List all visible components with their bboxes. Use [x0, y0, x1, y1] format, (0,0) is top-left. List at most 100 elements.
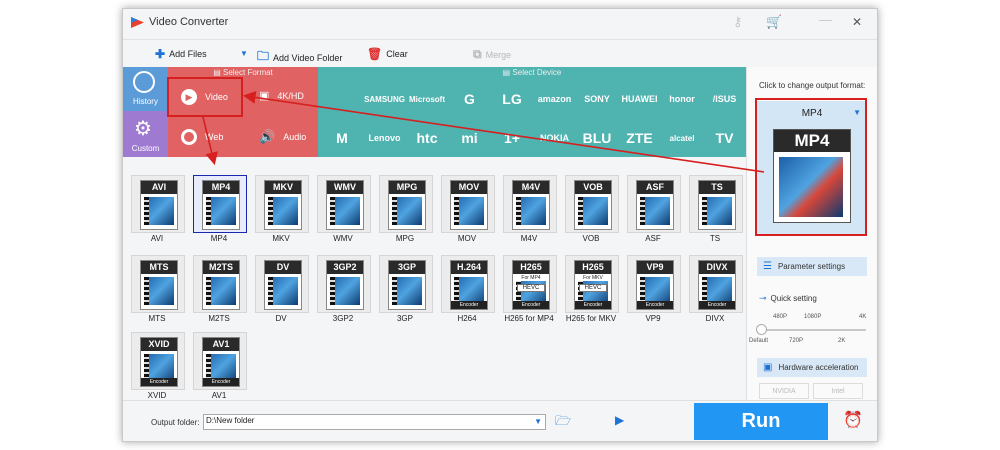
format-tile: H265 For MP4 HEVC Encoder	[503, 255, 557, 313]
video-preview-icon[interactable]: ▶	[615, 413, 624, 427]
brand-row1-6[interactable]: SONY	[577, 84, 617, 114]
output-format-hint: Click to change output format:	[759, 81, 866, 90]
format-divx[interactable]: DIVX Encoder DIVX	[688, 254, 743, 326]
brand-row1-5[interactable]: amazon	[535, 84, 575, 114]
format-tile: VOB	[565, 175, 619, 233]
brand-row2-8[interactable]: alcatel	[662, 123, 702, 153]
add-files-label: Add Files	[169, 49, 207, 59]
format-ts[interactable]: TS TS	[688, 174, 743, 246]
format-tile: MKV	[255, 175, 309, 233]
brand-row1-2[interactable]: Microsoft	[407, 84, 447, 114]
brand-row2-6[interactable]: BLU	[577, 123, 617, 153]
4k-icon: ▣	[259, 90, 270, 102]
format-av1[interactable]: AV1 Encoder AV1	[192, 331, 247, 403]
format-dv[interactable]: DV DV	[254, 254, 309, 326]
film-reel-image	[206, 197, 236, 225]
brand-row2-1[interactable]: Lenovo	[365, 123, 405, 153]
custom-button[interactable]: ⚙ Custom	[123, 111, 168, 157]
add-video-folder-button[interactable]: 🗀 Add Video Folder	[257, 47, 342, 68]
format-avi[interactable]: AVI AVI	[130, 174, 185, 246]
format-card-sub-text: Encoder	[451, 301, 487, 309]
open-folder-icon[interactable]: 🗁	[555, 412, 571, 434]
brand-row2-9[interactable]: TV	[705, 123, 745, 153]
brand-row2-7[interactable]: ZTE	[620, 123, 660, 153]
brand-row1-1[interactable]: SAMSUNG	[364, 84, 405, 114]
format-m4v[interactable]: M4V M4V	[502, 174, 557, 246]
merge-button[interactable]: ⧉ Merge	[473, 47, 511, 62]
add-video-folder-label: Add Video Folder	[273, 52, 343, 63]
format-card-tag: TS	[699, 181, 735, 194]
format-label: H265 for MKV	[565, 314, 617, 323]
format-mov[interactable]: MOV MOV	[440, 174, 495, 246]
window-title: Video Converter	[149, 16, 229, 28]
add-files-dropdown-icon[interactable]: ▼	[240, 49, 248, 58]
nvidia-option[interactable]: NVIDIA	[759, 383, 809, 399]
format-card: AVI	[140, 180, 178, 230]
format-tile: MTS	[131, 255, 185, 313]
brand-row1-7[interactable]: HUAWEI	[620, 84, 660, 114]
brand-row2-4[interactable]: 1+	[492, 123, 532, 153]
category-audio[interactable]: 🔊 Audio	[259, 129, 306, 145]
format-h265-for-mp4[interactable]: H265 For MP4 HEVC Encoder H265 for MP4	[502, 254, 557, 326]
brand-row1-9[interactable]: /ISUS	[705, 84, 745, 114]
category-4k-hd[interactable]: ▣ 4K/HD	[259, 89, 304, 102]
category-web[interactable]: Web	[181, 129, 223, 145]
cart-icon[interactable]: 🛒	[766, 14, 782, 30]
quick-setting-icon: ⊸	[759, 293, 767, 303]
format-3gp2[interactable]: 3GP2 3GP2	[316, 254, 371, 326]
format-m2ts[interactable]: M2TS M2TS	[192, 254, 247, 326]
format-vp9[interactable]: VP9 Encoder VP9	[626, 254, 681, 326]
format-wmv[interactable]: WMV WMV	[316, 174, 371, 246]
brand-row2-0[interactable]: M	[322, 123, 362, 153]
brand-row1-0[interactable]	[322, 84, 362, 114]
format-card-sub-text: Encoder	[575, 301, 611, 309]
format-mp4[interactable]: MP4 MP4	[192, 174, 247, 246]
format-xvid[interactable]: XVID Encoder XVID	[130, 331, 185, 403]
format-3gp[interactable]: 3GP 3GP	[378, 254, 433, 326]
toolbar: ✚ Add Files ▼ 🗀 Add Video Folder 🗑 Clear…	[123, 39, 877, 68]
merge-label: Merge	[485, 49, 512, 60]
add-files-button[interactable]: ✚ Add Files	[155, 47, 207, 61]
format-mts[interactable]: MTS MTS	[130, 254, 185, 326]
quality-slider-handle[interactable]	[756, 324, 767, 335]
format-card: 3GP2	[326, 260, 364, 310]
format-label: ASF	[645, 234, 661, 243]
format-label: DIVX	[705, 314, 725, 323]
format-vob[interactable]: VOB VOB	[564, 174, 619, 246]
quality-slider[interactable]	[761, 329, 866, 331]
alarm-clock-icon[interactable]: ⏰	[843, 410, 863, 430]
output-folder-select[interactable]: D:\New folder ▼	[203, 414, 546, 430]
output-folder-value: D:\New folder	[206, 416, 255, 425]
brand-row2-3[interactable]: mi	[450, 123, 490, 153]
format-card-tag: DV	[265, 261, 301, 274]
format-card: M4V	[512, 180, 550, 230]
format-tile: XVID Encoder	[131, 332, 185, 390]
format-tile: WMV	[317, 175, 371, 233]
key-icon[interactable]: ⚷	[733, 14, 743, 30]
hardware-acceleration-button[interactable]: ▣ Hardware acceleration	[757, 358, 867, 377]
category-4k-hd-label: 4K/HD	[277, 90, 304, 101]
format-tile: ASF	[627, 175, 681, 233]
brand-row2-5[interactable]: NOKIA	[535, 123, 575, 153]
format-card-tag: XVID	[141, 338, 177, 351]
format-mkv[interactable]: MKV MKV	[254, 174, 309, 246]
brand-row1-4[interactable]: LG	[492, 84, 532, 114]
close-icon[interactable]: ✕	[852, 15, 862, 29]
minimize-icon[interactable]: —	[819, 12, 832, 27]
format-asf[interactable]: ASF ASF	[626, 174, 681, 246]
video-category-highlight	[167, 77, 243, 117]
brand-row1-3[interactable]: G	[450, 84, 490, 114]
history-button[interactable]: History	[123, 67, 168, 111]
clear-button[interactable]: 🗑 Clear	[367, 47, 408, 61]
format-mpg[interactable]: MPG MPG	[378, 174, 433, 246]
intel-option[interactable]: Intel	[813, 383, 863, 399]
format-h265-for-mkv[interactable]: H265 For MKV HEVC Encoder H265 for MKV	[564, 254, 619, 326]
brand-row1-8[interactable]: honor	[662, 84, 702, 114]
parameter-settings-button[interactable]: ☰ Parameter settings	[757, 257, 867, 276]
format-card-sub-text: Encoder	[699, 301, 735, 309]
run-button[interactable]: Run	[694, 403, 828, 440]
brand-row2-2[interactable]: htc	[407, 123, 447, 153]
format-label: DV	[275, 314, 287, 323]
format-h264[interactable]: H.264 Encoder H264	[440, 254, 495, 326]
plus-icon: ✚	[155, 47, 166, 61]
